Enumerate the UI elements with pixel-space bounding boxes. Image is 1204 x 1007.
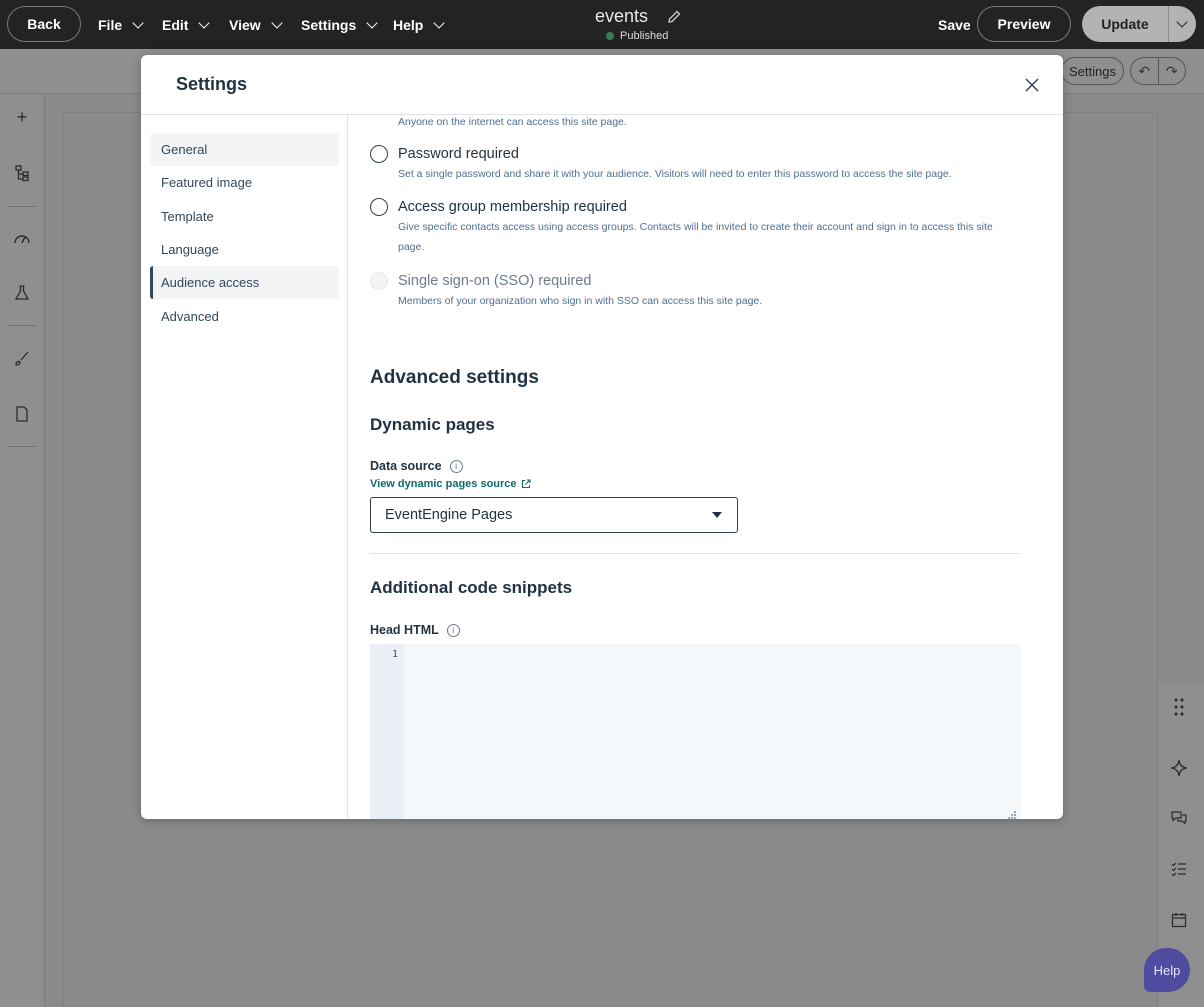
- settings-modal: Settings General Featured image Template…: [141, 55, 1063, 819]
- preview-button[interactable]: Preview: [977, 6, 1071, 42]
- undo-redo-group: ↶ ↷: [1130, 57, 1186, 85]
- nav-item-featured-image[interactable]: Featured image: [150, 166, 339, 199]
- toolbar-divider: [8, 325, 36, 326]
- section-divider: [370, 553, 1021, 554]
- subbar-settings-button[interactable]: Settings: [1061, 57, 1124, 85]
- chevron-down-icon: [433, 16, 446, 29]
- menu-edit-label: Edit: [162, 16, 189, 33]
- radio-label: Password required: [398, 146, 519, 162]
- close-icon[interactable]: [1024, 77, 1040, 93]
- radio-label: Single sign-on (SSO) required: [398, 273, 592, 289]
- radio-access-group[interactable]: Access group membership required: [370, 198, 627, 216]
- toolbar-divider: [8, 206, 36, 207]
- data-source-selected-value: EventEngine Pages: [385, 507, 513, 523]
- advanced-settings-heading: Advanced settings: [370, 367, 539, 388]
- radio-description: Members of your organization who sign in…: [398, 295, 763, 307]
- nav-item-language[interactable]: Language: [150, 233, 339, 266]
- menu-help[interactable]: Help: [393, 0, 446, 49]
- add-icon[interactable]: +: [12, 107, 32, 127]
- nav-item-template[interactable]: Template: [150, 200, 339, 233]
- radio-password-required[interactable]: Password required: [370, 145, 519, 163]
- back-button[interactable]: Back: [7, 6, 81, 42]
- resize-handle-icon[interactable]: [1007, 810, 1017, 819]
- head-html-label: Head HTML i: [370, 623, 460, 637]
- nav-item-audience-access[interactable]: Audience access: [150, 266, 339, 299]
- data-source-label-text: Data source: [370, 459, 442, 473]
- calendar-icon[interactable]: [1169, 910, 1189, 930]
- menu-settings-label: Settings: [301, 16, 357, 33]
- nav-item-advanced[interactable]: Advanced: [150, 300, 339, 333]
- radio-description: Give specific contacts access using acce…: [398, 221, 993, 253]
- publish-status: Published: [606, 30, 668, 42]
- menu-file-label: File: [98, 16, 123, 33]
- nav-item-general[interactable]: General: [150, 133, 339, 166]
- menu-help-label: Help: [393, 16, 424, 33]
- info-icon[interactable]: i: [446, 623, 460, 637]
- top-bar: Back File Edit View Settings Help events…: [0, 0, 1204, 49]
- modal-title: Settings: [176, 74, 248, 94]
- checklist-icon[interactable]: [1169, 859, 1189, 879]
- comments-icon[interactable]: [1169, 808, 1189, 828]
- line-number: 1: [392, 649, 399, 660]
- radio-button[interactable]: [370, 145, 388, 163]
- status-label: Published: [620, 30, 669, 42]
- redo-icon[interactable]: ↷: [1157, 58, 1186, 84]
- public-option-description: Anyone on the internet can access this s…: [398, 116, 627, 128]
- menu-settings[interactable]: Settings: [301, 0, 378, 49]
- pencil-icon[interactable]: [666, 9, 682, 25]
- drag-grip-icon[interactable]: [1169, 697, 1189, 717]
- menu-edit[interactable]: Edit: [162, 0, 211, 49]
- undo-icon[interactable]: ↶: [1131, 58, 1158, 84]
- menu-view[interactable]: View: [229, 0, 283, 49]
- page-file-icon[interactable]: [12, 404, 32, 424]
- update-button[interactable]: Update: [1082, 16, 1168, 32]
- modal-header: Settings: [141, 55, 1063, 115]
- chevron-down-icon: [270, 16, 283, 29]
- view-dynamic-pages-source-link[interactable]: View dynamic pages source: [370, 478, 531, 490]
- layers-tree-icon[interactable]: [12, 163, 32, 183]
- radio-label: Access group membership required: [398, 199, 627, 215]
- chevron-down-icon: [366, 16, 378, 29]
- external-link-icon: [521, 479, 531, 488]
- status-dot-icon: [606, 32, 614, 40]
- caret-down-icon: [712, 512, 722, 518]
- data-source-label: Data source i: [370, 459, 463, 473]
- data-source-select[interactable]: EventEngine Pages: [370, 497, 738, 533]
- ai-sparkle-icon[interactable]: [1169, 758, 1189, 778]
- code-gutter: [370, 644, 404, 819]
- chevron-down-icon: [132, 16, 144, 29]
- link-text: View dynamic pages source: [370, 478, 517, 490]
- info-icon[interactable]: i: [449, 459, 463, 473]
- menu-view-label: View: [229, 16, 261, 33]
- performance-gauge-icon[interactable]: [12, 229, 32, 249]
- help-chat-button[interactable]: Help: [1144, 948, 1190, 992]
- flask-icon[interactable]: [12, 283, 32, 303]
- head-html-code-editor[interactable]: 1: [370, 644, 1021, 819]
- save-button[interactable]: Save: [938, 17, 971, 33]
- paintbrush-icon[interactable]: [12, 349, 32, 369]
- settings-content: Anyone on the internet can access this s…: [370, 115, 1050, 819]
- menu-file[interactable]: File: [98, 0, 144, 49]
- radio-sso-required: Single sign-on (SSO) required: [370, 272, 591, 290]
- settings-nav: General Featured image Template Language…: [141, 115, 348, 819]
- dynamic-pages-heading: Dynamic pages: [370, 415, 495, 434]
- update-options-chevron-icon[interactable]: [1176, 16, 1188, 28]
- additional-code-snippets-heading: Additional code snippets: [370, 578, 573, 597]
- chevron-down-icon: [198, 16, 211, 29]
- head-html-label-text: Head HTML: [370, 623, 439, 637]
- page-title: events: [595, 6, 649, 26]
- update-button-group: Update: [1082, 6, 1196, 42]
- toolbar-divider: [8, 446, 36, 447]
- radio-description: Set a single password and share it with …: [398, 168, 952, 180]
- radio-button[interactable]: [370, 198, 388, 216]
- update-split-divider: [1168, 6, 1169, 42]
- radio-button-disabled: [370, 272, 388, 290]
